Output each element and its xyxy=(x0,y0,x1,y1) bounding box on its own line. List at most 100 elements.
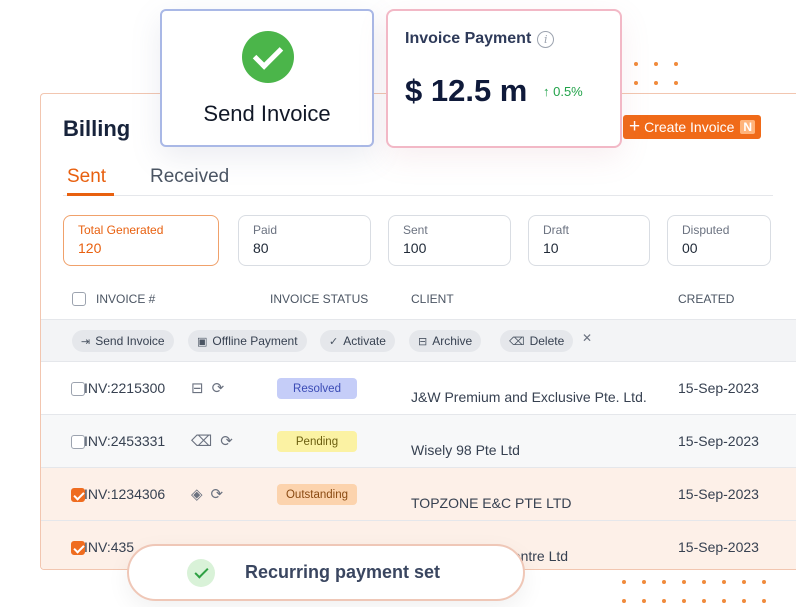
send-icon: ⇥ xyxy=(81,335,91,348)
send-invoice-action[interactable]: ⇥ Send Invoice xyxy=(72,330,174,352)
decorative-dot xyxy=(662,599,666,603)
decorative-dot xyxy=(702,580,706,584)
plus-icon: + xyxy=(629,115,641,137)
info-icon[interactable]: i xyxy=(537,30,555,48)
row-icons: ⌫ ⟳ xyxy=(191,432,233,450)
create-invoice-button[interactable]: + Create Invoice N xyxy=(623,115,762,139)
row-checkbox[interactable] xyxy=(71,435,85,449)
tab-received[interactable]: Received xyxy=(150,166,229,188)
stat-label: Paid xyxy=(253,223,278,237)
created-date: 15-Sep-2023 xyxy=(678,539,759,555)
decorative-dot xyxy=(762,599,766,603)
stat-label: Disputed xyxy=(682,223,730,237)
billing-panel: Billing + Create Invoice N Sent Received… xyxy=(40,93,796,570)
activate-icon[interactable]: ◈ xyxy=(191,485,203,503)
cash-icon: ▣ xyxy=(197,335,208,348)
row-checkbox[interactable] xyxy=(71,488,85,502)
delete-action[interactable]: ⌫ Delete xyxy=(500,330,574,352)
active-tab-indicator xyxy=(67,193,114,196)
decorative-dot xyxy=(762,580,766,584)
stat-total-generated[interactable]: Total Generated 120 xyxy=(63,215,219,266)
trash-icon[interactable]: ⌫ xyxy=(191,432,212,450)
stat-label: Sent xyxy=(403,223,428,237)
stat-value: 80 xyxy=(253,240,269,256)
activate-action[interactable]: ✓ Activate xyxy=(320,330,395,352)
payment-card-header: Invoice Payment i xyxy=(405,30,555,48)
tab-bar: Sent Received xyxy=(63,164,773,196)
invoice-number: INV:1234306 xyxy=(84,486,166,502)
shortcut-badge: N xyxy=(740,120,756,134)
archive-action[interactable]: ⊟ Archive xyxy=(409,330,482,352)
table-row[interactable]: INV:2215300 ⊟ ⟳ Resolved J&W Premium and… xyxy=(41,361,796,414)
table-header: INVOICE # INVOICE STATUS CLIENT CREATED xyxy=(41,284,796,320)
decorative-dot xyxy=(682,599,686,603)
stat-sent[interactable]: Sent 100 xyxy=(388,215,511,266)
recurring-icon[interactable]: ⟳ xyxy=(220,432,233,450)
decorative-dot xyxy=(642,580,646,584)
recurring-icon[interactable]: ⟳ xyxy=(211,485,224,503)
status-badge: Outstanding xyxy=(277,484,357,505)
bulk-actions-bar: ⇥ Send Invoice ▣ Offline Payment ✓ Activ… xyxy=(41,319,796,361)
stat-value: 100 xyxy=(403,240,427,256)
stat-value: 00 xyxy=(682,240,698,256)
stat-draft[interactable]: Draft 10 xyxy=(528,215,650,266)
decorative-dot xyxy=(702,599,706,603)
close-icon[interactable]: ✕ xyxy=(582,331,592,345)
page-title: Billing xyxy=(63,116,131,141)
create-invoice-label: Create Invoice xyxy=(644,119,735,135)
stat-paid[interactable]: Paid 80 xyxy=(238,215,371,266)
stat-label: Draft xyxy=(543,223,570,237)
payment-amount: $ 12.5 m xyxy=(405,73,528,108)
status-badge: Pending xyxy=(277,431,357,452)
success-check-icon xyxy=(187,559,215,587)
recurring-toast: Recurring payment set xyxy=(127,544,525,601)
client-name: TOPZONE E&C PTE LTD xyxy=(411,495,572,511)
column-client: CLIENT xyxy=(411,292,454,306)
status-badge: Resolved xyxy=(277,378,357,399)
tab-sent[interactable]: Sent xyxy=(67,166,106,188)
client-name: Wisely 98 Pte Ltd xyxy=(411,442,520,458)
decorative-dot xyxy=(722,580,726,584)
action-label: Activate xyxy=(343,334,386,348)
column-invoice: INVOICE # xyxy=(96,292,156,306)
offline-payment-action[interactable]: ▣ Offline Payment xyxy=(188,330,307,352)
decorative-dot xyxy=(742,580,746,584)
decorative-dot xyxy=(682,580,686,584)
decorative-dot xyxy=(642,599,646,603)
created-date: 15-Sep-2023 xyxy=(678,433,759,449)
stat-value: 120 xyxy=(78,240,102,256)
stat-value: 10 xyxy=(543,240,559,256)
created-date: 15-Sep-2023 xyxy=(678,486,759,502)
archive-icon: ⊟ xyxy=(418,335,428,348)
table-row[interactable]: INV:1234306 ◈ ⟳ Outstanding TOPZONE E&C … xyxy=(41,467,796,520)
check-icon: ✓ xyxy=(329,335,339,348)
action-label: Archive xyxy=(432,334,473,348)
decorative-dot xyxy=(622,599,626,603)
invoice-number: INV:435 xyxy=(84,539,135,555)
row-checkbox[interactable] xyxy=(71,541,85,555)
decorative-dot xyxy=(742,599,746,603)
stat-label: Total Generated xyxy=(78,223,164,237)
column-status: INVOICE STATUS xyxy=(270,292,369,306)
invoice-number: INV:2215300 xyxy=(84,380,166,396)
payment-card-title: Invoice Payment xyxy=(405,30,532,47)
select-all-checkbox[interactable] xyxy=(72,292,86,306)
decorative-dot xyxy=(622,580,626,584)
check-circle-icon xyxy=(242,31,294,83)
table-row[interactable]: INV:2453331 ⌫ ⟳ Pending Wisely 98 Pte Lt… xyxy=(41,414,796,467)
archive-icon[interactable]: ⊟ xyxy=(191,379,204,397)
payment-delta: ↑ 0.5% xyxy=(543,84,583,99)
row-icons: ⊟ ⟳ xyxy=(191,379,224,397)
row-checkbox[interactable] xyxy=(71,382,85,396)
decorative-dot xyxy=(662,580,666,584)
decorative-dot xyxy=(722,599,726,603)
send-invoice-title: Send Invoice xyxy=(203,101,331,126)
column-created: CREATED xyxy=(678,292,735,306)
client-name: J&W Premium and Exclusive Pte. Ltd. xyxy=(411,389,647,405)
action-label: Send Invoice xyxy=(95,334,165,348)
send-invoice-card[interactable]: Send Invoice xyxy=(160,9,374,147)
toast-message: Recurring payment set xyxy=(245,562,441,582)
recurring-icon[interactable]: ⟳ xyxy=(212,379,225,397)
stat-disputed[interactable]: Disputed 00 xyxy=(667,215,771,266)
created-date: 15-Sep-2023 xyxy=(678,380,759,396)
